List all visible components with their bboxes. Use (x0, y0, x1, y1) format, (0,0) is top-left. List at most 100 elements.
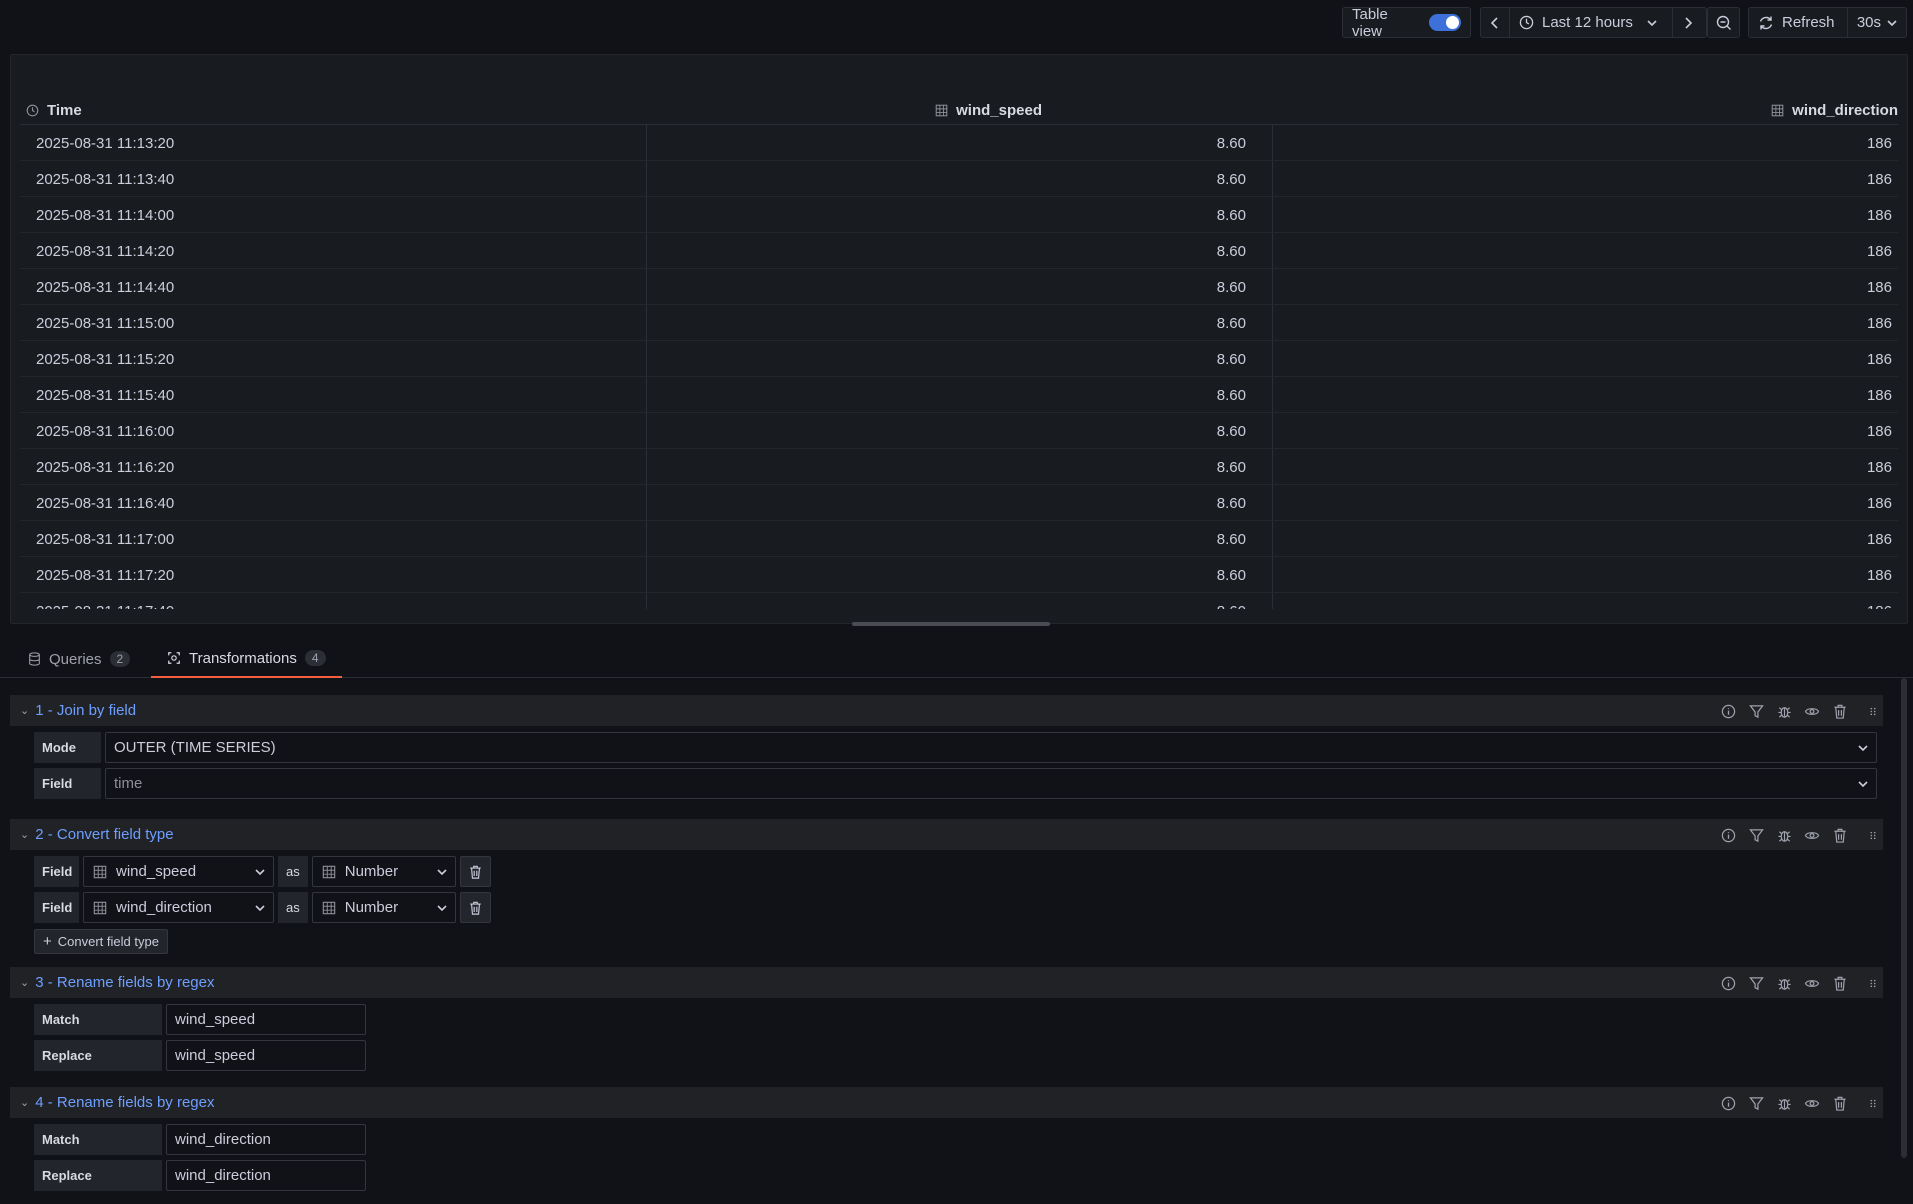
tab-label: Transformations (189, 649, 297, 667)
eye-icon[interactable] (1803, 702, 1821, 720)
refresh-interval-label: 30s (1856, 14, 1881, 31)
info-icon[interactable] (1719, 826, 1737, 844)
drag-handle-icon[interactable] (1859, 974, 1877, 992)
filter-icon[interactable] (1747, 974, 1765, 992)
eye-icon[interactable] (1803, 826, 1821, 844)
transformation-header[interactable]: ⌄ 3 - Rename fields by regex (10, 967, 1883, 998)
eye-icon[interactable] (1803, 974, 1821, 992)
database-icon (29, 652, 40, 666)
transformation-title[interactable]: 4 - Rename fields by regex (35, 1094, 214, 1111)
transformation-header[interactable]: ⌄ 4 - Rename fields by regex (10, 1087, 1883, 1118)
table-view-toggle[interactable]: Table view (1342, 5, 1471, 40)
delete-row-button[interactable] (459, 856, 491, 887)
replace-row: Replace wind_direction (34, 1160, 366, 1191)
field-label: Field (34, 856, 79, 887)
transformation-title[interactable]: 1 - Join by field (35, 702, 136, 719)
refresh-button[interactable]: Refresh (1749, 8, 1848, 37)
replace-input[interactable]: wind_speed (166, 1040, 366, 1071)
zoom-out-button[interactable] (1707, 7, 1740, 38)
transform-icon (168, 652, 180, 664)
bug-icon[interactable] (1775, 974, 1793, 992)
transformations-list: ⌄ 1 - Join by field Mode OUTER (TIME SER… (0, 678, 1913, 1204)
filter-icon[interactable] (1747, 1094, 1765, 1112)
match-input[interactable]: wind_direction (166, 1124, 366, 1155)
info-icon[interactable] (1719, 974, 1737, 992)
transformation-header[interactable]: ⌄ 2 - Convert field type (10, 819, 1883, 850)
time-picker-group: Last 12 hours (1480, 7, 1707, 38)
chevron-down-icon[interactable]: ⌄ (20, 976, 29, 989)
time-range-picker[interactable]: Last 12 hours (1510, 8, 1673, 37)
type-value: Number (344, 863, 399, 880)
match-label: Match (34, 1124, 162, 1155)
drag-handle-icon[interactable] (1859, 826, 1877, 844)
mode-select[interactable]: OUTER (TIME SERIES) (105, 732, 1877, 763)
time-back-button[interactable] (1481, 8, 1510, 37)
table-icon (1771, 104, 1784, 117)
field-row: Field time (34, 768, 1877, 799)
replace-value: wind_speed (175, 1047, 256, 1064)
cell-wind-direction: 186 (1866, 279, 1892, 296)
cell-wind-direction: 186 (1866, 351, 1892, 368)
chevron-down-icon[interactable]: ⌄ (20, 828, 29, 841)
match-input[interactable]: wind_speed (166, 1004, 366, 1035)
replace-input[interactable]: wind_direction (166, 1160, 366, 1191)
match-row: Match wind_direction (34, 1124, 366, 1155)
filter-icon[interactable] (1747, 826, 1765, 844)
chevron-down-icon[interactable]: ⌄ (20, 1096, 29, 1109)
delete-row-button[interactable] (459, 892, 491, 923)
refresh-interval-picker[interactable]: 30s (1848, 8, 1906, 37)
time-forward-button[interactable] (1673, 8, 1702, 37)
vertical-scrollbar[interactable] (1901, 678, 1907, 1158)
field-select[interactable]: time (105, 768, 1877, 799)
trash-icon[interactable] (1831, 826, 1849, 844)
cell-wind-speed: 8.60 (1216, 387, 1246, 404)
table-icon (935, 104, 948, 117)
toggle-switch[interactable] (1429, 14, 1461, 31)
info-icon[interactable] (1719, 1094, 1737, 1112)
info-icon[interactable] (1719, 702, 1737, 720)
cell-wind-speed: 8.60 (1216, 495, 1246, 512)
field-select[interactable]: wind_speed (83, 856, 274, 887)
replace-label: Replace (34, 1040, 162, 1071)
type-select[interactable]: Number (311, 892, 456, 923)
column-header-wind-direction[interactable]: wind_direction (1771, 102, 1898, 119)
match-value: wind_speed (175, 1011, 256, 1028)
table-view-label: Table view (1352, 5, 1388, 40)
table-header: Time wind_speed wind_direction (20, 95, 1898, 125)
plus-icon: + (43, 933, 52, 950)
trash-icon[interactable] (1831, 1094, 1849, 1112)
bug-icon[interactable] (1775, 826, 1793, 844)
chevron-down-icon (437, 905, 447, 912)
column-header-wind-speed[interactable]: wind_speed (935, 102, 1042, 119)
chevron-down-icon (1887, 19, 1897, 26)
tab-transformations[interactable]: Transformations 4 (151, 640, 342, 678)
drag-handle-icon[interactable] (1859, 702, 1877, 720)
as-label: as (278, 892, 308, 923)
bug-icon[interactable] (1775, 1094, 1793, 1112)
field-select[interactable]: wind_direction (83, 892, 274, 923)
convert-field-type-button[interactable]: + Convert field type (34, 929, 168, 954)
time-range-label: Last 12 hours (1542, 14, 1633, 31)
cell-time: 2025-08-31 11:14:20 (36, 243, 175, 260)
column-header-time[interactable]: Time (26, 102, 82, 119)
field-placeholder: time (114, 775, 143, 792)
drag-handle-icon[interactable] (1859, 1094, 1877, 1112)
type-select[interactable]: Number (311, 856, 456, 887)
add-row: + Convert field type (34, 929, 168, 954)
cell-time: 2025-08-31 11:14:00 (36, 207, 175, 224)
trash-icon[interactable] (1831, 974, 1849, 992)
filter-icon[interactable] (1747, 702, 1765, 720)
eye-icon[interactable] (1803, 1094, 1821, 1112)
chevron-down-icon[interactable]: ⌄ (20, 704, 29, 717)
tab-queries[interactable]: Queries 2 (28, 640, 131, 678)
bug-icon[interactable] (1775, 702, 1793, 720)
transformation-title[interactable]: 2 - Convert field type (35, 826, 173, 843)
transformation-header[interactable]: ⌄ 1 - Join by field (10, 695, 1883, 726)
horizontal-scrollbar[interactable] (852, 622, 1050, 626)
cell-time: 2025-08-31 11:16:40 (36, 495, 175, 512)
editor-tabs: Queries 2 Transformations 4 (0, 640, 1913, 678)
trash-icon[interactable] (1831, 702, 1849, 720)
cell-wind-direction: 186 (1866, 387, 1892, 404)
transformation-title[interactable]: 3 - Rename fields by regex (35, 974, 214, 991)
table-icon (93, 865, 107, 879)
